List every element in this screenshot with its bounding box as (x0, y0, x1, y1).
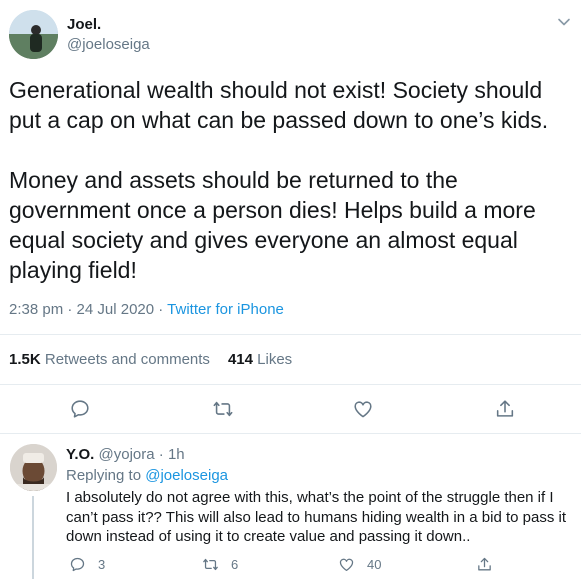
retweet-count: 6 (231, 556, 239, 572)
retweets-stat[interactable]: 1.5K Retweets and comments (9, 351, 210, 368)
tweet-timestamp[interactable]: 2:38 pm · 24 Jul 2020 · (9, 301, 167, 318)
reply-reply-button[interactable]: 3 (69, 555, 105, 573)
reply-icon[interactable] (69, 398, 91, 420)
tweet-meta: 2:38 pm · 24 Jul 2020 · Twitter for iPho… (9, 301, 284, 318)
reply-author-name[interactable]: Y.O. (66, 446, 94, 463)
reply-age[interactable]: 1h (168, 446, 185, 463)
retweet-icon (203, 558, 218, 570)
thread-line (32, 496, 34, 579)
retweets-label: Retweets and comments (44, 351, 210, 368)
replying-prefix: Replying to (66, 467, 146, 484)
replying-handle-link[interactable]: @joeloseiga (145, 467, 228, 484)
divider (0, 384, 581, 385)
reply-share-button[interactable] (476, 555, 505, 573)
likes-label: Likes (257, 351, 293, 368)
divider (0, 433, 581, 434)
author-handle[interactable]: @joeloseiga (67, 36, 150, 53)
reply-header: Y.O. @yojora · 1h (66, 446, 185, 463)
like-icon[interactable] (352, 398, 374, 420)
reply-count: 3 (98, 556, 106, 572)
tweet-source-link[interactable]: Twitter for iPhone (167, 301, 284, 318)
reply-retweet-button[interactable]: 6 (202, 555, 238, 573)
divider (0, 334, 581, 335)
author-name[interactable]: Joel. (67, 16, 101, 33)
retweet-icon[interactable] (212, 398, 234, 420)
reply-like-button[interactable]: 40 (338, 555, 381, 573)
share-icon (478, 557, 491, 570)
reply-author-handle[interactable]: @yojora (99, 446, 155, 463)
reply-icon (70, 557, 85, 571)
separator: · (154, 446, 168, 463)
chevron-down-icon[interactable] (556, 14, 572, 30)
likes-stat[interactable]: 414 Likes (228, 351, 292, 368)
reply-text: I absolutely do not agree with this, wha… (66, 489, 567, 545)
like-icon (339, 558, 354, 571)
tweet-stats: 1.5K Retweets and comments 414 Likes (9, 351, 292, 368)
tweet-text: Generational wealth should not exist! So… (9, 77, 549, 283)
share-icon[interactable] (494, 398, 516, 420)
like-count: 40 (367, 556, 382, 572)
retweets-count: 1.5K (9, 351, 41, 368)
likes-count: 414 (227, 351, 253, 368)
reply-author-avatar[interactable] (10, 444, 57, 491)
author-avatar[interactable] (9, 10, 58, 59)
replying-to: Replying to @joeloseiga (66, 467, 228, 484)
